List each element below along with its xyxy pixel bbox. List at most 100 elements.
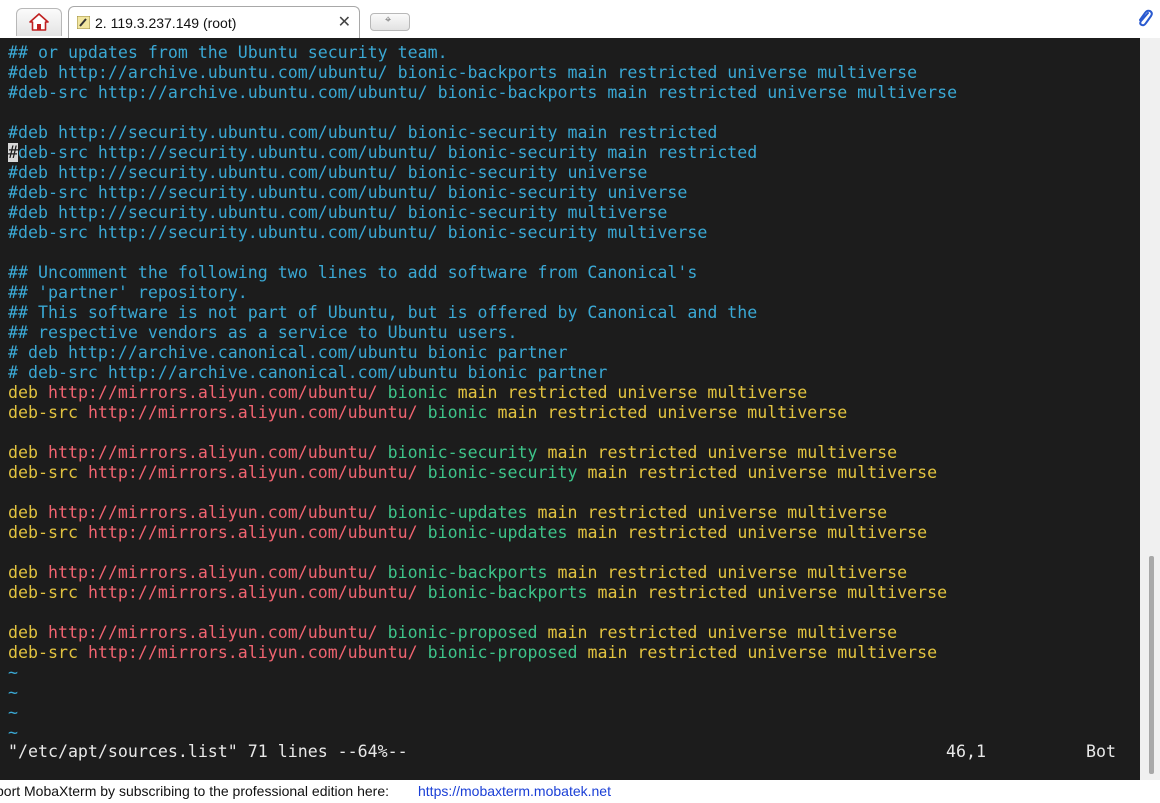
terminal-text-segment: #deb http://archive.ubuntu.com/ubuntu/ b… xyxy=(8,63,918,82)
terminal-text-segment: #deb http://security.ubuntu.com/ubuntu/ … xyxy=(8,123,718,142)
terminal-text-segment: bionic-proposed xyxy=(427,643,588,662)
terminal-text-segment: ## respective vendors as a service to Ub… xyxy=(8,323,518,342)
new-tab-icon: ⌖ xyxy=(385,13,392,26)
terminal-line: deb-src http://mirrors.aliyun.com/ubuntu… xyxy=(8,403,847,423)
terminal-line: #deb http://security.ubuntu.com/ubuntu/ … xyxy=(8,163,647,183)
terminal-text-segment: bionic-updates xyxy=(387,503,538,522)
terminal-text-segment: http://mirrors.aliyun.com/ubuntu/ xyxy=(47,383,388,402)
terminal-text-segment: http://mirrors.aliyun.com/ubuntu/ xyxy=(87,523,428,542)
terminal-line: ~ xyxy=(8,723,18,743)
terminal-text-segment: #deb-src http://security.ubuntu.com/ubun… xyxy=(8,223,708,242)
terminal-text-segment: ## Uncomment the following two lines to … xyxy=(8,263,698,282)
terminal-line: #deb http://security.ubuntu.com/ubuntu/ … xyxy=(8,203,667,223)
terminal-line: deb http://mirrors.aliyun.com/ubuntu/ bi… xyxy=(8,383,807,403)
terminal-text-segment: ~ xyxy=(8,723,18,742)
terminal-text-segment: main restricted universe multiverse xyxy=(547,443,898,462)
terminal-text-segment: #deb-src http://archive.ubuntu.com/ubunt… xyxy=(8,83,958,102)
close-icon[interactable]: ✕ xyxy=(338,13,351,31)
terminal-text-segment: deb-src xyxy=(8,523,88,542)
terminal-line: ## This software is not part of Ubuntu, … xyxy=(8,303,757,323)
terminal-text-segment: ~ xyxy=(8,683,18,702)
terminal-text-segment: bionic-proposed xyxy=(387,623,548,642)
terminal-text-segment: # deb-src http://archive.canonical.com/u… xyxy=(8,363,608,382)
terminal-text-segment: bionic xyxy=(427,403,498,422)
status-scroll-indicator: Bot xyxy=(1086,742,1116,761)
terminal-text-segment: deb-src xyxy=(8,643,88,662)
terminal-text-segment: deb-src xyxy=(8,403,88,422)
terminal-text-segment: bionic-backports xyxy=(387,563,558,582)
terminal-text-segment: bionic-security xyxy=(427,463,588,482)
terminal-text-segment: ## or updates from the Ubuntu security t… xyxy=(8,43,448,62)
scrollbar-thumb[interactable] xyxy=(1149,556,1154,774)
terminal-text-segment: ~ xyxy=(8,703,18,722)
terminal-line: #deb-src http://archive.ubuntu.com/ubunt… xyxy=(8,83,957,103)
terminal-text-segment: deb-src xyxy=(8,463,88,482)
terminal-text-segment: ## This software is not part of Ubuntu, … xyxy=(8,303,758,322)
terminal-text-segment: deb xyxy=(8,623,48,642)
terminal-text-segment: main restricted universe multiverse xyxy=(497,403,848,422)
terminal-text-segment: #deb http://security.ubuntu.com/ubuntu/ … xyxy=(8,163,648,182)
terminal-line: # deb-src http://archive.canonical.com/u… xyxy=(8,363,607,383)
terminal-text-segment: http://mirrors.aliyun.com/ubuntu/ xyxy=(47,563,388,582)
terminal-text-segment: deb xyxy=(8,563,48,582)
terminal-text-segment: main restricted universe multiverse xyxy=(577,523,928,542)
terminal-text-segment: deb xyxy=(8,383,48,402)
terminal-line: deb http://mirrors.aliyun.com/ubuntu/ bi… xyxy=(8,623,897,643)
terminal-line: #deb-src http://security.ubuntu.com/ubun… xyxy=(8,143,757,163)
terminal-text-segment: http://mirrors.aliyun.com/ubuntu/ xyxy=(87,583,428,602)
terminal-text-segment: main restricted universe multiverse xyxy=(537,503,888,522)
terminal-text-segment: main restricted universe multiverse xyxy=(457,383,808,402)
terminal-view[interactable]: ## or updates from the Ubuntu security t… xyxy=(0,38,1140,780)
terminal-text-segment: main restricted universe multiverse xyxy=(547,623,898,642)
tab-bar: 2. 119.3.237.149 (root) ✕ ⌖ xyxy=(0,0,1160,38)
terminal-line: deb-src http://mirrors.aliyun.com/ubuntu… xyxy=(8,463,937,483)
terminal-line: #deb http://archive.ubuntu.com/ubuntu/ b… xyxy=(8,63,917,83)
terminal-line: ## 'partner' repository. xyxy=(8,283,248,303)
tab-session-label: 2. 119.3.237.149 (root) xyxy=(95,15,237,31)
terminal-line: #deb http://security.ubuntu.com/ubuntu/ … xyxy=(8,123,717,143)
vim-status-line: "/etc/apt/sources.list" 71 lines --64%--… xyxy=(8,742,1133,762)
terminal-text-segment: main restricted universe multiverse xyxy=(587,643,938,662)
terminal-text-segment: http://mirrors.aliyun.com/ubuntu/ xyxy=(47,443,388,462)
new-tab-button[interactable]: ⌖ xyxy=(370,13,410,31)
terminal-scrollbar[interactable] xyxy=(1140,38,1160,780)
footer-link[interactable]: https://mobaxterm.mobatek.net xyxy=(418,780,611,803)
terminal-text-segment: http://mirrors.aliyun.com/ubuntu/ xyxy=(47,623,388,642)
terminal-text-segment: bionic-backports xyxy=(427,583,598,602)
terminal-line: ## Uncomment the following two lines to … xyxy=(8,263,697,283)
terminal-line: deb-src http://mirrors.aliyun.com/ubuntu… xyxy=(8,643,937,663)
terminal-line: #deb-src http://security.ubuntu.com/ubun… xyxy=(8,183,687,203)
terminal-text-segment: main restricted universe multiverse xyxy=(597,583,948,602)
terminal-line: deb http://mirrors.aliyun.com/ubuntu/ bi… xyxy=(8,503,887,523)
terminal-text-segment: http://mirrors.aliyun.com/ubuntu/ xyxy=(87,463,428,482)
terminal-line: ## respective vendors as a service to Ub… xyxy=(8,323,518,343)
terminal-text-segment: deb-src http://security.ubuntu.com/ubunt… xyxy=(18,143,758,162)
home-icon xyxy=(29,13,49,31)
terminal-line: deb http://mirrors.aliyun.com/ubuntu/ bi… xyxy=(8,563,907,583)
terminal-text-segment: bionic-security xyxy=(387,443,548,462)
footer-text: port MobaXterm by subscribing to the pro… xyxy=(0,783,389,799)
home-tab[interactable] xyxy=(16,8,62,36)
terminal-text-segment: ~ xyxy=(8,663,18,682)
terminal-text-segment: deb xyxy=(8,443,48,462)
tab-session[interactable]: 2. 119.3.237.149 (root) ✕ xyxy=(68,6,360,38)
status-cursor-position: 46,1 xyxy=(946,742,986,761)
text-cursor: # xyxy=(8,143,18,162)
terminal-text-segment: bionic xyxy=(387,383,458,402)
terminal-text-segment: http://mirrors.aliyun.com/ubuntu/ xyxy=(47,503,388,522)
terminal-text-segment: http://mirrors.aliyun.com/ubuntu/ xyxy=(87,403,428,422)
terminal-line: deb-src http://mirrors.aliyun.com/ubuntu… xyxy=(8,523,927,543)
paperclip-icon[interactable] xyxy=(1136,9,1154,29)
terminal-line: ~ xyxy=(8,683,18,703)
terminal-text-segment: # deb http://archive.canonical.com/ubunt… xyxy=(8,343,568,362)
terminal-line: #deb-src http://security.ubuntu.com/ubun… xyxy=(8,223,707,243)
terminal-line: ~ xyxy=(8,703,18,723)
terminal-text-segment: #deb-src http://security.ubuntu.com/ubun… xyxy=(8,183,688,202)
terminal-line: deb-src http://mirrors.aliyun.com/ubuntu… xyxy=(8,583,947,603)
status-file-info: "/etc/apt/sources.list" 71 lines --64%-- xyxy=(8,742,408,761)
terminal-text-segment: deb xyxy=(8,503,48,522)
terminal-text-segment: ## 'partner' repository. xyxy=(8,283,248,302)
terminal-text-segment: main restricted universe multiverse xyxy=(557,563,908,582)
terminal-line: deb http://mirrors.aliyun.com/ubuntu/ bi… xyxy=(8,443,897,463)
terminal-line: ## or updates from the Ubuntu security t… xyxy=(8,43,448,63)
